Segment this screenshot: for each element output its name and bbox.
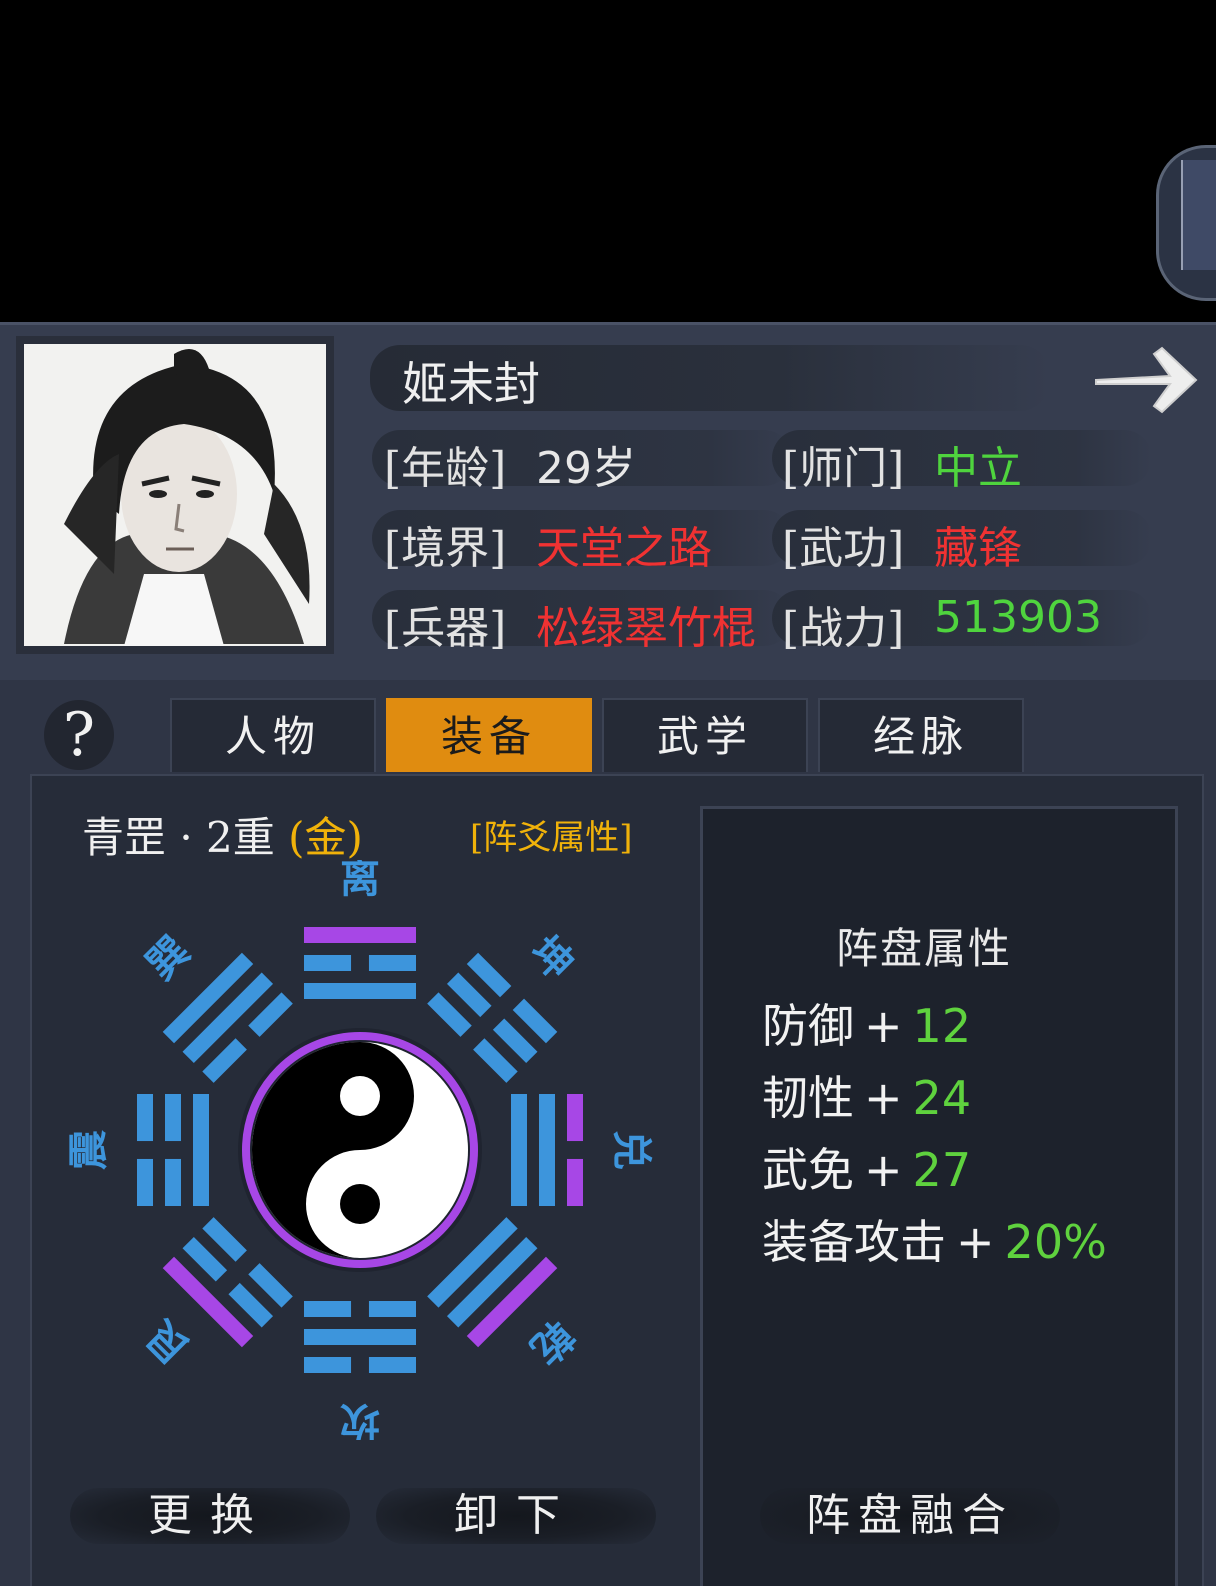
trigram-line-broken <box>368 1357 416 1373</box>
trigram-west <box>511 1094 583 1207</box>
trigram-line-broken <box>304 1357 352 1373</box>
field-value-sect: 中立 <box>934 443 1022 494</box>
formation-element: (金) <box>288 813 363 862</box>
fusion-button[interactable]: 阵盘融合 <box>760 1474 1060 1558</box>
stat-martial-immunity: 武免 +27 <box>762 1134 971 1200</box>
stat-plus: + <box>864 1071 903 1125</box>
tab-equipment[interactable]: 装备 <box>386 698 592 772</box>
trigram-line-broken <box>137 1158 153 1206</box>
next-arrow-icon[interactable] <box>1092 340 1202 420</box>
field-label-age: [年龄] <box>384 443 507 494</box>
help-button[interactable]: ? <box>44 700 114 770</box>
field-value-power: 513903 <box>934 592 1102 643</box>
field-value-weapon: 松绿翠竹棍 <box>536 603 756 654</box>
character-portrait <box>16 336 334 654</box>
stat-toughness: 韧性 +24 <box>762 1062 971 1128</box>
field-label-realm: [境界] <box>384 523 507 574</box>
trigram-line-broken <box>304 1301 352 1317</box>
stat-plus: + <box>864 1143 903 1197</box>
trigram-line-solid <box>304 927 416 943</box>
stat-name: 防御 <box>762 999 854 1053</box>
yin-yang-dot-white <box>340 1076 380 1116</box>
trigram-label-northwest: 乾 <box>521 1311 583 1373</box>
bagua-diagram[interactable]: 离坤兑乾坎 艮 震 巽 <box>60 860 660 1440</box>
field-value-age: 29岁 <box>536 443 636 494</box>
formation-name: 青罡 · 2重 <box>82 813 289 862</box>
stat-value: 27 <box>912 1143 972 1197</box>
side-book-widget[interactable] <box>1156 145 1216 301</box>
trigram-line-broken <box>165 1093 181 1142</box>
field-value-kungfu: 藏锋 <box>934 523 1022 574</box>
field-label-power: [战力] <box>782 603 905 654</box>
trigram-line-broken <box>368 955 416 971</box>
field-label-kungfu: [武功] <box>782 523 905 574</box>
trigram-label-north: 坎 <box>340 1398 380 1440</box>
stat-plus: + <box>864 999 903 1053</box>
unload-button[interactable]: 卸下 <box>376 1474 656 1558</box>
field-label-weapon: [兵器] <box>384 603 507 654</box>
trigram-north <box>304 1301 416 1373</box>
stat-name: 装备攻击 <box>762 1215 946 1269</box>
yin-yang-dot-black <box>340 1184 380 1224</box>
trigram-label-south: 离 <box>340 860 380 902</box>
trigram-label-east: 震 <box>65 1130 112 1170</box>
trigram-line-solid <box>304 1329 416 1345</box>
tab-meridians[interactable]: 经脉 <box>818 698 1024 772</box>
trigram-label-west: 兑 <box>608 1130 655 1170</box>
trigram-line-solid <box>193 1094 209 1206</box>
stat-value: 24 <box>912 1071 972 1125</box>
trigram-line-broken <box>165 1158 181 1206</box>
trigram-line-broken <box>368 1301 416 1317</box>
portrait-illustration <box>24 344 326 646</box>
trigram-label-southeast: 巽 <box>137 927 199 989</box>
unload-label: 卸下 <box>454 1490 578 1541</box>
trigram-line-solid <box>511 1094 527 1206</box>
replace-label: 更换 <box>148 1490 272 1541</box>
stat-plus: + <box>956 1215 995 1269</box>
panel-title: 阵盘属性 <box>836 924 1013 973</box>
trigram-line-broken <box>567 1094 583 1142</box>
stat-name: 韧性 <box>762 1071 854 1125</box>
stat-defense: 防御 +12 <box>762 990 971 1056</box>
stat-value: 20% <box>1004 1215 1107 1269</box>
field-value-realm: 天堂之路 <box>536 523 712 574</box>
formation-attribute-link[interactable]: [阵爻属性] <box>470 810 633 859</box>
trigram-south <box>304 927 416 999</box>
field-label-sect: [师门] <box>782 443 905 494</box>
trigram-line-broken <box>137 1093 153 1142</box>
trigram-line-broken <box>304 955 352 971</box>
stat-name: 武免 <box>762 1143 854 1197</box>
replace-button[interactable]: 更换 <box>70 1474 350 1558</box>
character-name: 姬未封 <box>402 357 540 411</box>
fusion-label: 阵盘融合 <box>806 1490 1014 1541</box>
stat-equipment-attack: 装备攻击 +20% <box>762 1206 1107 1272</box>
trigram-line-solid <box>304 983 416 999</box>
formation-title: 青罡 · 2重 (金) <box>82 804 363 865</box>
trigram-east <box>137 1093 209 1206</box>
trigram-line-broken <box>567 1158 583 1207</box>
stat-value: 12 <box>912 999 972 1053</box>
tab-character[interactable]: 人物 <box>170 698 376 772</box>
trigram-line-solid <box>539 1094 555 1206</box>
trigram-label-southwest: 坤 <box>521 927 583 989</box>
top-black-area <box>0 0 1216 322</box>
tab-martial-arts[interactable]: 武学 <box>602 698 808 772</box>
trigram-label-northeast: 艮 <box>137 1311 199 1373</box>
